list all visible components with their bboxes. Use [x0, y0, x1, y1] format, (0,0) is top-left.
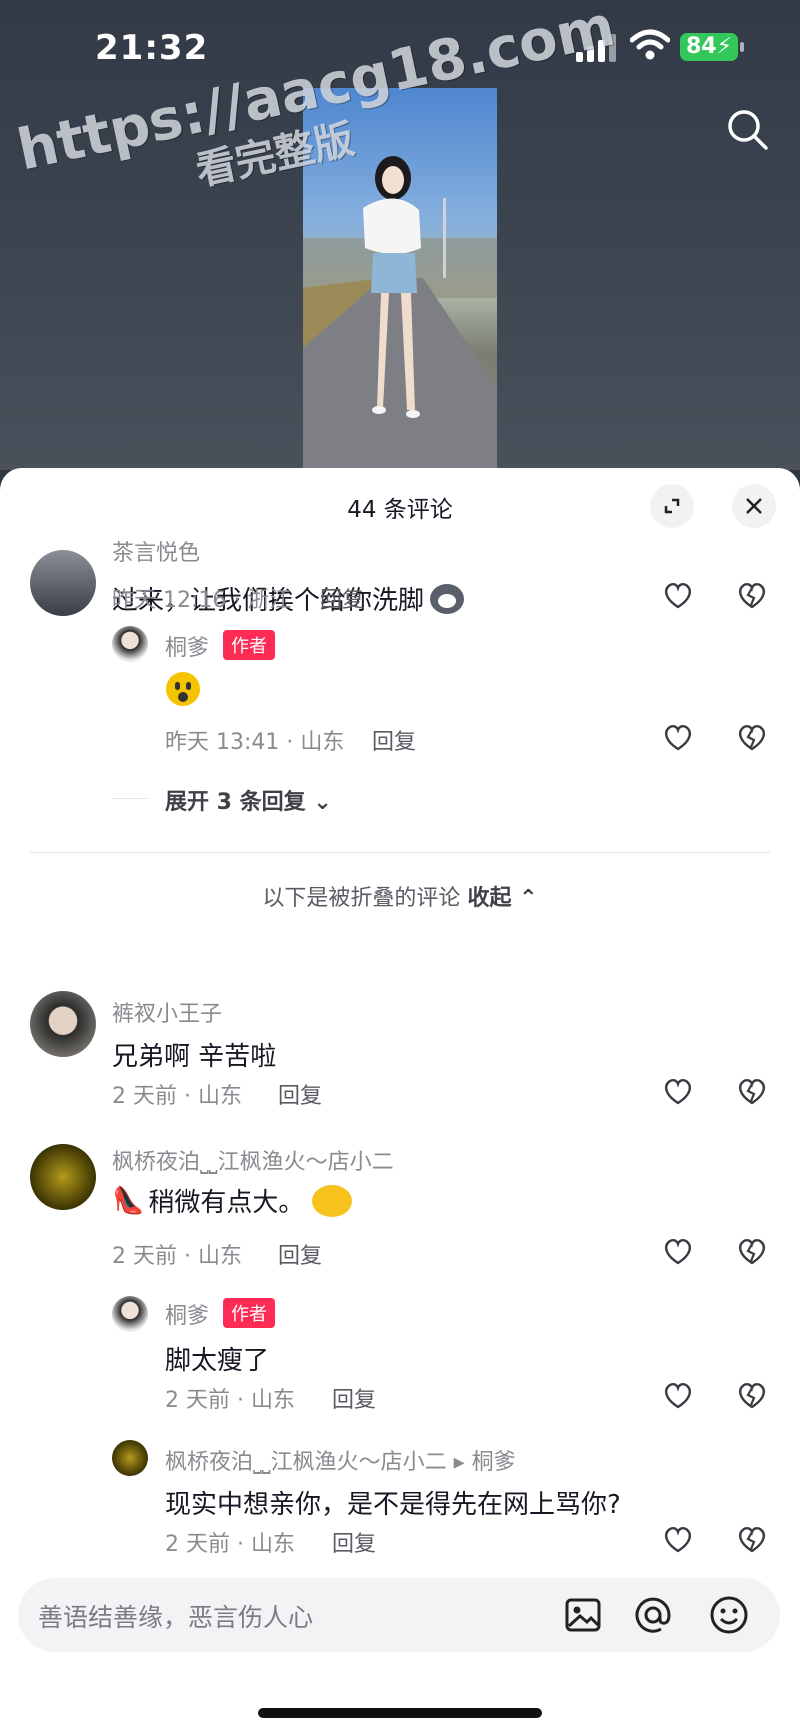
- comment-text-row: 👠 稍微有点大。: [112, 1182, 353, 1219]
- comment-username[interactable]: 枫桥夜泊⎵⎵江枫渔火～店小二: [165, 1450, 447, 1475]
- expand-icon: [664, 498, 680, 514]
- status-time: 21:32: [95, 28, 209, 68]
- emoji-icon[interactable]: [706, 1592, 752, 1638]
- video-background: 21:32 84⚡ https://aacg18.com 看完整版: [0, 0, 800, 470]
- comments-sheet: 44 条评论 茶言悦色 过来，让我们挨个给你洗脚 昨天 12:16 · 浙江 回…: [0, 468, 800, 1733]
- dislike-icon[interactable]: [736, 722, 768, 752]
- search-icon[interactable]: [724, 106, 770, 152]
- reply-button[interactable]: 回复: [372, 724, 416, 756]
- scream-emoji-icon: [166, 672, 200, 706]
- dislike-icon[interactable]: [736, 1236, 768, 1266]
- comment-text: 兄弟啊 辛苦啦: [112, 1042, 277, 1072]
- comment-meta: 2 天前 · 山东: [112, 1084, 242, 1109]
- author-badge: 作者: [223, 1298, 275, 1328]
- close-icon: [746, 498, 762, 514]
- reply-button[interactable]: 回复: [320, 582, 364, 614]
- at-icon[interactable]: [630, 1592, 676, 1638]
- home-indicator[interactable]: [258, 1708, 542, 1718]
- avatar[interactable]: [30, 550, 96, 616]
- like-icon[interactable]: [662, 1236, 694, 1266]
- comment-input-bar[interactable]: 善语结善缘，恶言伤人心: [18, 1578, 780, 1652]
- like-icon[interactable]: [662, 1076, 694, 1106]
- like-icon[interactable]: [662, 580, 694, 610]
- high-heel-emoji-icon: 👠: [112, 1185, 145, 1216]
- reply-button[interactable]: 回复: [278, 1078, 322, 1110]
- folded-label: 以下是被折叠的评论: [262, 886, 461, 911]
- avatar[interactable]: [112, 626, 148, 662]
- like-icon[interactable]: [662, 1380, 694, 1410]
- divider: [112, 798, 148, 799]
- like-icon[interactable]: [662, 722, 694, 752]
- expand-button[interactable]: [650, 484, 694, 528]
- comment-username[interactable]: 枫桥夜泊⎵⎵江枫渔火～店小二: [112, 1144, 394, 1176]
- expand-replies-label: 展开 3 条回复: [165, 790, 306, 815]
- collapse-label: 收起: [467, 886, 512, 911]
- husky-emoji-icon: [430, 583, 465, 614]
- reply-header: 枫桥夜泊⎵⎵江枫渔火～店小二 ▸ 桐爹: [165, 1444, 516, 1476]
- like-icon[interactable]: [662, 1524, 694, 1554]
- comment-meta: 昨天 13:41 · 山东: [165, 730, 345, 755]
- dislike-icon[interactable]: [736, 1380, 768, 1410]
- laugh-emoji-icon: [312, 1184, 353, 1217]
- comment-text: 脚太瘦了: [165, 1346, 270, 1376]
- wifi-icon: [630, 29, 670, 60]
- dislike-icon[interactable]: [736, 580, 768, 610]
- chevron-down-icon: ⌄: [313, 790, 332, 815]
- comment-meta: 2 天前 · 山东: [112, 1244, 242, 1269]
- comment-meta: 2 天前 · 山东: [165, 1388, 295, 1413]
- battery-level: 84: [686, 34, 717, 59]
- comment-username[interactable]: 桐爹: [165, 1298, 209, 1330]
- avatar[interactable]: [30, 1144, 96, 1210]
- comment-text: 现实中想亲你，是不是得先在网上骂你?: [165, 1490, 621, 1520]
- dislike-icon[interactable]: [736, 1524, 768, 1554]
- dislike-icon[interactable]: [736, 1076, 768, 1106]
- comment-meta: 2 天前 · 山东: [165, 1532, 295, 1557]
- comment-input-placeholder[interactable]: 善语结善缘，恶言伤人心: [38, 1598, 313, 1634]
- reply-button[interactable]: 回复: [332, 1526, 376, 1558]
- avatar[interactable]: [30, 991, 96, 1057]
- avatar[interactable]: [112, 1296, 148, 1332]
- comment-username[interactable]: 桐爹: [165, 630, 209, 662]
- reply-arrow-icon: ▸: [453, 1450, 472, 1475]
- divider: [30, 852, 770, 853]
- charging-icon: ⚡: [716, 34, 733, 59]
- author-badge: 作者: [223, 630, 275, 660]
- comment-meta: 昨天 12:16 · 浙江: [112, 588, 292, 613]
- comment-text: 稍微有点大。: [148, 1188, 305, 1218]
- folded-comments-notice: 以下是被折叠的评论 收起 ⌃: [0, 880, 800, 912]
- reply-button[interactable]: 回复: [332, 1382, 376, 1414]
- collapse-button[interactable]: 收起 ⌃: [467, 886, 537, 911]
- battery-indicator: 84⚡: [680, 33, 744, 61]
- comment-username[interactable]: 裤衩小王子: [112, 996, 222, 1028]
- expand-replies-button[interactable]: 展开 3 条回复 ⌄: [165, 784, 332, 816]
- close-button[interactable]: [732, 484, 776, 528]
- reply-button[interactable]: 回复: [278, 1238, 322, 1270]
- avatar[interactable]: [112, 1440, 148, 1476]
- comment-username[interactable]: 茶言悦色: [112, 535, 200, 567]
- reply-to-username[interactable]: 桐爹: [472, 1450, 516, 1475]
- chevron-up-icon: ⌃: [519, 886, 538, 911]
- image-icon[interactable]: [560, 1592, 606, 1638]
